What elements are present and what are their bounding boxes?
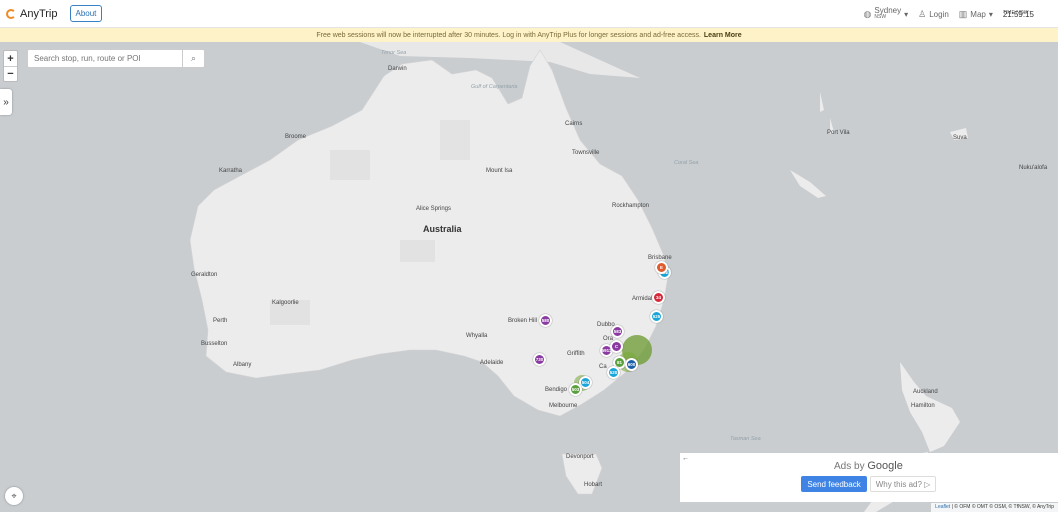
send-feedback-button[interactable]: Send feedback <box>801 476 867 492</box>
vehicle-marker[interactable]: 730 <box>533 353 546 366</box>
app-name: AnyTrip <box>20 7 58 20</box>
vehicle-marker[interactable]: 525 <box>650 310 663 323</box>
map-label-griffith: Griffith <box>567 351 585 357</box>
region-selector[interactable]: ◍ Sydney NSW ▾ <box>864 7 909 21</box>
map-label-port-vila: Port Vila <box>827 130 850 136</box>
login-label: Login <box>929 9 949 19</box>
clock: TIME NOW: 21:59:15 <box>1003 10 1034 19</box>
map-label-mount-isa: Mount Isa <box>486 168 513 174</box>
vehicle-marker[interactable]: 580 <box>539 314 552 327</box>
chevron-down-icon: ▾ <box>904 9 909 19</box>
vehicle-marker[interactable]: C <box>610 340 623 353</box>
map-label-devonport: Devonport <box>566 454 594 460</box>
user-icon: ♙ <box>918 8 927 19</box>
search-button[interactable]: ⌕ <box>182 50 204 67</box>
map-label-tasman-sea: Tasman Sea <box>730 436 761 442</box>
vehicle-marker[interactable]: E <box>655 261 668 274</box>
locate-icon: ⌖ <box>11 490 17 501</box>
zoom-out-button[interactable]: − <box>4 66 17 81</box>
zoom-control: + − <box>3 50 18 82</box>
logo[interactable]: AnyTrip <box>6 8 58 20</box>
map-label-melbourne: Melbourne <box>549 403 578 409</box>
map-label-darwin: Darwin <box>388 66 407 72</box>
map-label-geraldton: Geraldton <box>191 272 218 278</box>
ad-panel: ← Ads by Google Send feedback Why this a… <box>680 453 1058 502</box>
map-label-coral-sea: Coral Sea <box>674 160 699 166</box>
map-label-busselton: Busselton <box>201 341 228 347</box>
map-label-albany: Albany <box>233 362 252 368</box>
learn-more-link[interactable]: Learn More <box>704 32 742 39</box>
map-label-nukualofa: Nuku'alofa <box>1019 165 1048 171</box>
map-attribution: Leaflet | © OFM © OMT © OSM, © TfNSW, © … <box>931 503 1058 512</box>
map-label-cairns: Cairns <box>565 121 583 127</box>
map-label-broome: Broome <box>285 134 307 140</box>
session-banner: Free web sessions will now be interrupte… <box>0 28 1058 42</box>
map-label-perth: Perth <box>213 318 228 324</box>
map-label-kalgoorlie: Kalgoorlie <box>272 300 299 306</box>
ad-back-arrow-icon[interactable]: ← <box>682 455 689 462</box>
map-label-hobart: Hobart <box>584 482 603 488</box>
login-button[interactable]: ♙ Login <box>918 9 949 20</box>
map-label-timor-sea: Timor Sea <box>381 50 407 56</box>
map-label-rockhampton: Rockhampton <box>612 203 650 209</box>
zoom-in-button[interactable]: + <box>4 51 17 66</box>
about-button[interactable]: About <box>69 5 103 22</box>
map-label: Map <box>970 9 986 19</box>
globe-icon: ◍ <box>863 8 872 19</box>
chevron-down-icon: ▾ <box>988 9 993 19</box>
map-canvas[interactable]: Australia Darwin Broome Karratha Mount I… <box>0 42 1058 512</box>
banner-text: Free web sessions will now be interrupte… <box>316 31 701 39</box>
vehicle-marker[interactable]: 583 <box>611 325 624 338</box>
map-label-auckland: Auckland <box>913 389 938 395</box>
vehicle-marker[interactable]: 520 <box>607 366 620 379</box>
map-icon: ▥ <box>958 8 968 19</box>
anytrip-logo-icon <box>6 8 16 19</box>
map-label-broken-hill: Broken Hill <box>508 318 538 324</box>
attribution-text: | © OFM © OMT © OSM, © TfNSW, © AnyTrip <box>951 504 1054 510</box>
map-land-svg <box>189 42 968 512</box>
search-box: ⌕ <box>27 49 205 68</box>
ads-by-label: Ads by <box>834 461 865 472</box>
vehicle-marker[interactable]: 503 <box>569 383 582 396</box>
sidebar-toggle[interactable]: » <box>0 89 12 115</box>
map-label-hamilton: Hamilton <box>911 403 935 409</box>
map-label-suva: Suva <box>953 135 967 141</box>
vehicle-marker[interactable]: 600 <box>625 358 638 371</box>
map-label-australia: Australia <box>423 224 462 234</box>
map-label-whyalla: Whyalla <box>466 333 488 339</box>
leaflet-link[interactable]: Leaflet <box>935 504 950 510</box>
locate-button[interactable]: ⌖ <box>5 487 23 505</box>
map-label-bendigo: Bendigo <box>545 387 568 393</box>
ads-by-google: Ads by Google <box>834 460 903 472</box>
why-this-ad-button[interactable]: Why this ad? ▷ <box>870 476 936 492</box>
search-input[interactable] <box>28 50 182 67</box>
map-label-adelaide: Adelaide <box>480 360 504 366</box>
search-icon: ⌕ <box>190 53 197 63</box>
region-name: Sydney <box>874 6 902 15</box>
time-label: TIME NOW: <box>1002 9 1030 16</box>
map-label-karratha: Karratha <box>219 168 243 174</box>
map-menu[interactable]: ▥ Map ▾ <box>959 9 993 20</box>
chevrons-right-icon: » <box>3 96 9 108</box>
region-sub: NSW <box>874 14 887 20</box>
google-label: Google <box>867 460 903 472</box>
top-bar: AnyTrip About ◍ Sydney NSW ▾ ♙ Login ▥ M… <box>0 0 1058 28</box>
map-label-canberra: Ca <box>599 364 607 370</box>
map-label-townsville: Townsville <box>572 150 600 156</box>
map-label-alice-springs: Alice Springs <box>416 206 452 212</box>
vehicle-marker[interactable]: 34 <box>652 291 665 304</box>
map-label-gulf-carpentaria: Gulf of Carpentaria <box>471 84 518 90</box>
